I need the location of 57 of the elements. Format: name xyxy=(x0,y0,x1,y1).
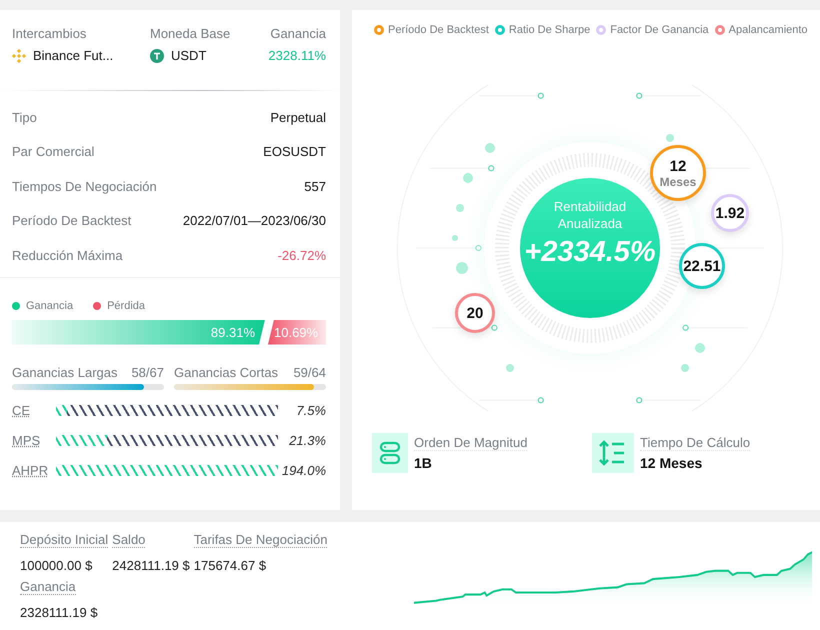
legend-label: Apalancamiento xyxy=(728,24,808,36)
info-label: Orden De Magnitud xyxy=(414,435,528,451)
detail-value: Perpetual xyxy=(270,110,326,125)
bubble-value: 20 xyxy=(466,304,484,322)
info-value: 12 Meses xyxy=(640,455,704,471)
summary-label: Ganancia xyxy=(270,26,326,41)
account-value: 175674.67 $ xyxy=(194,558,268,573)
legend-label: Ganancia xyxy=(26,300,74,312)
metric-label: AHPR xyxy=(12,463,50,478)
detail-value: 557 xyxy=(304,178,326,194)
summary-value: Binance Fut... xyxy=(33,48,114,63)
account-label: Ganancia xyxy=(20,579,76,595)
summary-label: Intercambios xyxy=(12,26,88,41)
bubble-value: 12 xyxy=(670,158,686,174)
account-value: 100000.00 $ xyxy=(20,558,94,573)
detail-label: Par Comercial xyxy=(12,144,94,160)
detail-label: Tiempos De Negociación xyxy=(12,178,157,194)
account-value: 2428111.19 $ xyxy=(112,558,190,573)
legend-label: Pérdida xyxy=(107,300,146,312)
coin-icon xyxy=(150,48,164,62)
legend-label: Período De Backtest xyxy=(388,24,489,36)
detail-label: Tipo xyxy=(12,110,37,125)
detail-label: Período De Backtest xyxy=(12,213,132,228)
trade-count: 58/67 xyxy=(131,364,164,380)
annual-return-value: +2334.5% xyxy=(524,236,656,269)
sort-icon xyxy=(592,433,634,473)
summary-value: USDT xyxy=(171,48,206,63)
trade-label: Ganancias Largas xyxy=(12,364,118,380)
bubble-unit: Meses xyxy=(660,174,696,188)
summary-value: 2328.11% xyxy=(268,48,326,63)
metric-reading: 21.3% xyxy=(289,433,326,448)
diamond-logo-icon xyxy=(12,48,26,62)
server-icon xyxy=(372,433,408,473)
account-label: Saldo xyxy=(112,532,146,548)
legend-label: Factor De Ganancia xyxy=(610,24,709,36)
summary-label: Moneda Base xyxy=(150,26,232,41)
trade-count: 59/64 xyxy=(293,364,326,380)
account-label: Tarifas De Negociación xyxy=(194,532,328,548)
account-label: Depósito Inicial xyxy=(20,532,108,548)
detail-value: -26.72% xyxy=(278,248,326,263)
legend-label: Ratio De Sharpe xyxy=(508,24,590,36)
bubble-value: 1.92 xyxy=(715,204,745,222)
win-bar: 89.31% xyxy=(12,320,265,344)
detail-label: Reducción Máxima xyxy=(12,248,123,263)
center-title: Rentabilidad Anualizada xyxy=(552,198,628,232)
metric-label: CE xyxy=(12,403,32,418)
detail-value: 2022/07/01—2023/06/30 xyxy=(182,213,326,228)
metric-reading: 7.5% xyxy=(296,403,326,418)
bubble-value: 22.51 xyxy=(683,258,721,274)
info-label: Tiempo De Cálculo xyxy=(640,435,750,451)
metric-reading: 194.0% xyxy=(282,463,326,478)
account-value: 2328111.19 $ xyxy=(20,605,98,620)
trade-label: Ganancias Cortas xyxy=(174,364,278,380)
info-value: 1B xyxy=(414,455,433,471)
detail-value: EOSUSDT xyxy=(263,144,326,160)
loss-bar: 10.69% xyxy=(268,320,326,344)
metric-label: MPS xyxy=(12,433,42,448)
